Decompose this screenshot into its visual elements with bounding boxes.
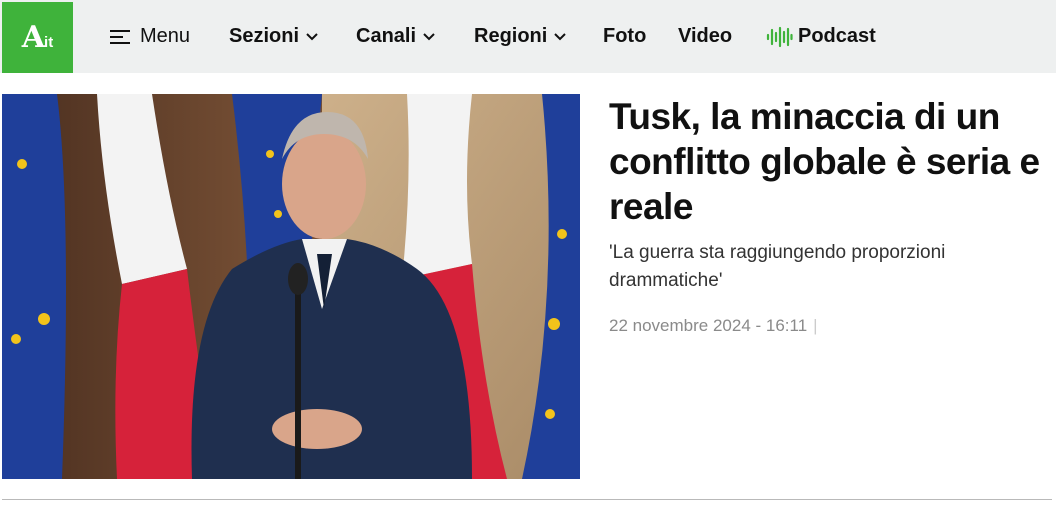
nav-label-sezioni: Sezioni <box>229 25 300 47</box>
logo-text: Ait <box>21 19 54 55</box>
article-date: 22 novembre 2024 - 16:11 <box>609 316 808 335</box>
hamburger-menu-icon <box>110 29 130 44</box>
article-subtitle: 'La guerra sta raggiungendo proporzioni … <box>609 242 946 291</box>
chevron-down-icon <box>423 32 435 40</box>
nav-label-podcast: Podcast <box>798 25 876 47</box>
meta-separator: | <box>813 316 818 335</box>
menu-button[interactable]: Menu <box>109 0 190 73</box>
section-divider <box>2 499 1052 500</box>
nav-item-canali[interactable]: Canali <box>356 0 436 73</box>
article-hero-image[interactable] <box>2 94 580 479</box>
nav-item-regioni[interactable]: Regioni <box>474 0 567 73</box>
site-logo[interactable]: Ait <box>2 2 73 73</box>
podcast-waveform-icon <box>766 26 793 47</box>
nav-item-podcast[interactable]: Podcast <box>766 0 876 73</box>
top-navigation-bar: Ait Menu Sezioni Canali Regioni Foto Vid… <box>0 0 1056 73</box>
nav-item-video[interactable]: Video <box>678 0 732 73</box>
article-meta: 22 novembre 2024 - 16:11 | <box>609 316 818 336</box>
nav-item-sezioni[interactable]: Sezioni <box>229 0 319 73</box>
nav-item-foto[interactable]: Foto <box>603 0 646 73</box>
chevron-down-icon <box>306 32 318 40</box>
nav-label-canali: Canali <box>356 25 417 47</box>
speaker-at-podium-photo <box>2 94 580 479</box>
nav-label-foto: Foto <box>603 25 647 47</box>
article-headline[interactable]: Tusk, la minaccia di un conflitto global… <box>609 94 1054 229</box>
nav-label-regioni: Regioni <box>474 25 548 47</box>
nav-label-video: Video <box>678 25 733 47</box>
menu-label: Menu <box>140 25 191 47</box>
chevron-down-icon <box>554 32 567 40</box>
